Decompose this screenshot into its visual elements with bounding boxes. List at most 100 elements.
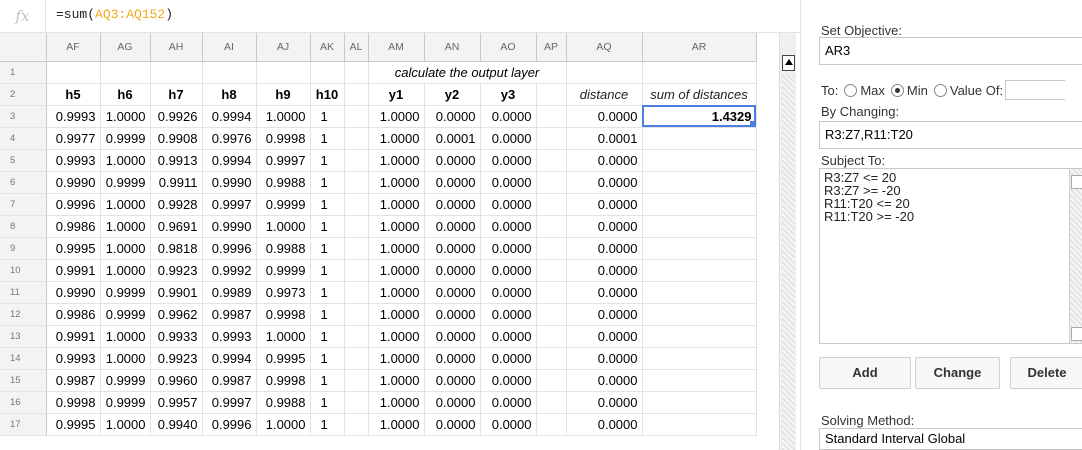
- header-cell[interactable]: h10: [310, 83, 345, 106]
- cell[interactable]: 1: [310, 215, 345, 238]
- cell[interactable]: [642, 391, 757, 414]
- constraints-list[interactable]: R3:Z7 <= 20 R3:Z7 >= -20 R11:T20 <= 20 R11:…: [819, 168, 1082, 344]
- change-button[interactable]: Change: [915, 357, 1000, 389]
- column-header-ag[interactable]: AG: [100, 33, 151, 62]
- cell[interactable]: 1: [310, 413, 345, 436]
- cell[interactable]: 0.0000: [566, 369, 643, 392]
- cell[interactable]: 1: [310, 105, 345, 128]
- column-header-ak[interactable]: AK: [310, 33, 345, 62]
- header-cell[interactable]: h5: [46, 83, 101, 106]
- row-header[interactable]: 5: [0, 149, 47, 172]
- cell[interactable]: 0.0000: [566, 193, 643, 216]
- cell[interactable]: 1.0000: [368, 369, 425, 392]
- cell[interactable]: [536, 149, 567, 172]
- cell[interactable]: 0.9997: [202, 391, 257, 414]
- cell[interactable]: 1: [310, 347, 345, 370]
- cell[interactable]: 0.0000: [566, 347, 643, 370]
- cell[interactable]: 0.9993: [46, 347, 101, 370]
- cell[interactable]: 0.0000: [566, 325, 643, 348]
- cell[interactable]: 0.0000: [566, 413, 643, 436]
- row-header[interactable]: 13: [0, 325, 47, 348]
- cell[interactable]: [46, 61, 101, 84]
- cell[interactable]: 0.9998: [256, 127, 311, 150]
- cell[interactable]: 0.9987: [202, 303, 257, 326]
- cell[interactable]: 0.0000: [480, 281, 537, 304]
- cell[interactable]: [536, 369, 567, 392]
- cell[interactable]: 0.0000: [566, 237, 643, 260]
- row-header[interactable]: 6: [0, 171, 47, 194]
- cell[interactable]: 0.0000: [566, 259, 643, 282]
- column-header-af[interactable]: AF: [46, 33, 101, 62]
- cell[interactable]: 0.9999: [100, 171, 151, 194]
- cell[interactable]: 0.9928: [150, 193, 203, 216]
- row-header[interactable]: 8: [0, 215, 47, 238]
- cell[interactable]: 0.9987: [46, 369, 101, 392]
- cell[interactable]: 0.0000: [566, 391, 643, 414]
- cell[interactable]: 1.0000: [368, 215, 425, 238]
- cell[interactable]: 0.0000: [424, 303, 481, 326]
- cell[interactable]: [344, 127, 369, 150]
- objective-input[interactable]: AR3: [819, 37, 1082, 65]
- cell[interactable]: 0.9992: [202, 259, 257, 282]
- cell[interactable]: 1: [310, 171, 345, 194]
- row-header[interactable]: 3: [0, 105, 47, 128]
- cell[interactable]: [642, 413, 757, 436]
- cell[interactable]: [642, 61, 757, 84]
- cell[interactable]: 0.0000: [566, 281, 643, 304]
- column-header-al[interactable]: AL: [344, 33, 369, 62]
- cell[interactable]: [202, 61, 257, 84]
- cell[interactable]: 1.0000: [368, 237, 425, 260]
- cell[interactable]: 0.0000: [424, 325, 481, 348]
- cell[interactable]: [344, 193, 369, 216]
- cell[interactable]: 0.0000: [424, 171, 481, 194]
- cell[interactable]: 0.9987: [202, 369, 257, 392]
- cell[interactable]: 0.9901: [150, 281, 203, 304]
- cell[interactable]: [344, 369, 369, 392]
- cell[interactable]: 1.0000: [100, 215, 151, 238]
- header-cell[interactable]: distance: [566, 83, 643, 106]
- cell[interactable]: 0.9998: [256, 303, 311, 326]
- cell[interactable]: 1: [310, 127, 345, 150]
- max-radio[interactable]: [844, 83, 858, 97]
- cell[interactable]: [642, 149, 757, 172]
- cell[interactable]: 0.9988: [256, 237, 311, 260]
- row-header[interactable]: 10: [0, 259, 47, 282]
- cell[interactable]: [642, 369, 757, 392]
- cell[interactable]: 1.0000: [100, 347, 151, 370]
- row-header[interactable]: 15: [0, 369, 47, 392]
- cell[interactable]: 0.0000: [480, 369, 537, 392]
- cell[interactable]: 0.0000: [566, 105, 643, 128]
- row-header[interactable]: 2: [0, 83, 47, 106]
- cell[interactable]: 0.9999: [256, 193, 311, 216]
- cell[interactable]: 0.9962: [150, 303, 203, 326]
- cell[interactable]: 0.9998: [256, 369, 311, 392]
- cell[interactable]: [536, 413, 567, 436]
- cell[interactable]: [344, 347, 369, 370]
- cell[interactable]: 0.9995: [256, 347, 311, 370]
- cell[interactable]: [536, 347, 567, 370]
- cell[interactable]: 0.0000: [424, 237, 481, 260]
- cell[interactable]: 0.0000: [480, 171, 537, 194]
- cell[interactable]: 0.0001: [566, 127, 643, 150]
- column-header-am[interactable]: AM: [368, 33, 425, 62]
- cell[interactable]: [536, 259, 567, 282]
- column-header-aq[interactable]: AQ: [566, 33, 643, 62]
- cell[interactable]: 0.9989: [202, 281, 257, 304]
- cell[interactable]: 1.0000: [256, 215, 311, 238]
- by-changing-input[interactable]: R3:Z7,R11:T20: [819, 121, 1082, 149]
- cell[interactable]: 0.0000: [480, 105, 537, 128]
- cell[interactable]: 0.9999: [100, 127, 151, 150]
- select-all-corner[interactable]: [0, 33, 47, 62]
- cell[interactable]: 0.9908: [150, 127, 203, 150]
- cell[interactable]: 1: [310, 391, 345, 414]
- column-header-ao[interactable]: AO: [480, 33, 537, 62]
- cell[interactable]: 0.0000: [480, 303, 537, 326]
- cell[interactable]: [642, 127, 757, 150]
- cell[interactable]: 0.0000: [566, 171, 643, 194]
- header-cell[interactable]: h9: [256, 83, 311, 106]
- cell[interactable]: 0.9999: [100, 369, 151, 392]
- cell[interactable]: 0.9993: [46, 105, 101, 128]
- cell[interactable]: 0.0000: [424, 369, 481, 392]
- cell[interactable]: 0.0000: [424, 347, 481, 370]
- cell[interactable]: 0.0000: [424, 413, 481, 436]
